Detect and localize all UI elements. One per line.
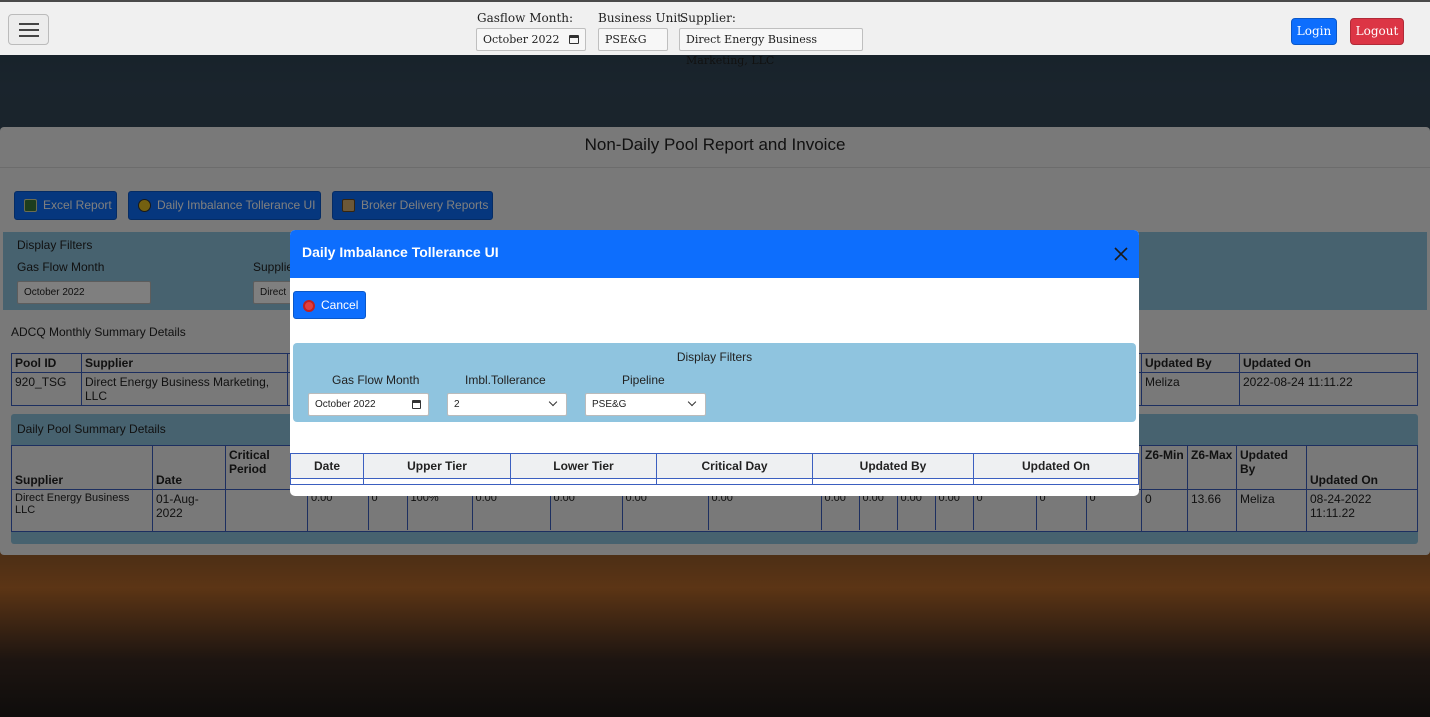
daily-imbalance-modal: Daily Imbalance Tollerance UI Cancel Dis… xyxy=(290,230,1139,496)
table-row xyxy=(290,478,1139,485)
cell-empty xyxy=(510,478,657,485)
login-button[interactable]: Login xyxy=(1291,18,1337,45)
modal-header: Daily Imbalance Tollerance UI xyxy=(290,230,1139,278)
cell-empty xyxy=(812,478,974,485)
cancel-button[interactable]: Cancel xyxy=(293,291,366,319)
tolerance-table-wrap: Date Upper Tier Lower Tier Critical Day … xyxy=(290,453,1139,485)
gasflow-month-label: Gasflow Month: xyxy=(477,11,574,25)
pipeline-select[interactable]: PSE&G xyxy=(585,393,706,416)
cancel-label: Cancel xyxy=(321,298,359,312)
cell-empty xyxy=(973,478,1139,485)
cell-empty xyxy=(363,478,511,485)
cancel-icon xyxy=(303,300,315,312)
modal-gas-flow-month-value: October 2022 xyxy=(315,399,376,410)
business-unit-field[interactable]: PSE&G xyxy=(598,28,668,51)
supplier-field[interactable]: Direct Energy Business Marketing, LLC xyxy=(679,28,863,67)
calendar-icon xyxy=(412,400,421,409)
pipeline-value: PSE&G xyxy=(592,399,627,410)
supplier-label: Supplier: xyxy=(680,11,736,25)
col-date: Date xyxy=(290,453,364,479)
col-lower-tier: Lower Tier xyxy=(510,453,657,479)
tolerance-label: Imbl.Tollerance xyxy=(465,373,546,387)
modal-display-filters: Display Filters Gas Flow Month October 2… xyxy=(293,343,1136,422)
calendar-icon xyxy=(569,35,579,44)
logout-button[interactable]: Logout xyxy=(1350,18,1404,45)
modal-gas-flow-month-input[interactable]: October 2022 xyxy=(308,393,429,416)
modal-title: Daily Imbalance Tollerance UI xyxy=(302,244,499,260)
chevron-down-icon xyxy=(687,397,697,407)
top-navbar: Gasflow Month: October 2022 Business Uni… xyxy=(0,0,1430,67)
close-icon[interactable] xyxy=(1112,245,1130,263)
business-unit-label: Business Unit: xyxy=(598,11,687,25)
col-critical-day: Critical Day xyxy=(656,453,813,479)
tolerance-select[interactable]: 2 xyxy=(447,393,567,416)
cell-empty xyxy=(290,478,364,485)
pipeline-label: Pipeline xyxy=(622,373,665,387)
modal-gas-flow-month-label: Gas Flow Month xyxy=(332,373,420,387)
col-upper-tier: Upper Tier xyxy=(363,453,511,479)
gasflow-month-input[interactable]: October 2022 xyxy=(476,28,586,51)
col-updated-on: Updated On xyxy=(973,453,1139,479)
table-header-row: Date Upper Tier Lower Tier Critical Day … xyxy=(290,453,1139,479)
modal-filters-title: Display Filters xyxy=(676,350,753,364)
tolerance-value: 2 xyxy=(454,399,460,410)
chevron-down-icon xyxy=(548,397,558,407)
gasflow-month-value: October 2022 xyxy=(483,33,560,46)
tolerance-table: Date Upper Tier Lower Tier Critical Day … xyxy=(290,453,1139,485)
cell-empty xyxy=(656,478,813,485)
col-updated-by: Updated By xyxy=(812,453,974,479)
hamburger-menu-button[interactable] xyxy=(8,14,49,45)
